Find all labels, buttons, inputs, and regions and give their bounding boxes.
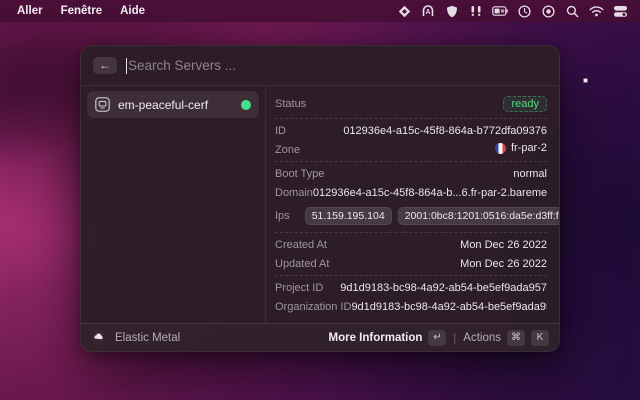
detail-row-organization: Organization ID 9d1d9183-bc98-4a92-ab54-… [275,297,547,316]
boot-type-label: Boot Type [275,168,324,180]
domain-value: 012936e4-a15c-45f8-864a-b...6.fr-par-2.b… [313,187,547,199]
detail-group-ownership: Project ID 9d1d9183-bc98-4a92-ab54-be5ef… [275,275,547,318]
back-button[interactable]: ← [93,57,117,74]
detail-group-identity: ID 012936e4-a15c-45f8-864a-b772dfa09376 … [275,118,547,161]
list-item-server[interactable]: em-peaceful-cerf [87,91,259,118]
ip-chips: 51.159.195.104 2001:0bc8:1201:0516:da5e:… [305,207,559,225]
detail-group-config: Boot Type normal Domain 012936e4-a15c-45… [275,161,547,232]
svg-text:A: A [425,9,430,16]
search-input[interactable] [128,58,547,73]
battery-icon[interactable] [488,2,512,20]
control-center-icon[interactable] [608,2,632,20]
text-caret [126,58,127,74]
status-label: Status [275,98,306,110]
project-id-value: 9d1d9183-bc98-4a92-ab54-be5ef9ada957 [323,282,547,294]
detail-row-domain: Domain 012936e4-a15c-45f8-864a-b...6.fr-… [275,183,547,202]
organization-id-label: Organization ID [275,301,351,313]
window-body: em-peaceful-cerf Status ready ID 012936e… [81,86,559,323]
actions-label: Actions [463,332,501,344]
domain-label: Domain [275,187,313,199]
france-flag-icon [495,143,506,154]
more-information-label: More Information [329,332,423,344]
status-badge: ready [503,96,547,112]
record-icon[interactable] [536,2,560,20]
window-footer: Elastic Metal More Information ↵ | Actio… [81,323,559,351]
menubar-tray: A [392,2,632,20]
server-name: em-peaceful-cerf [118,98,233,112]
status-value: ready [306,96,547,112]
updated-at-label: Updated At [275,258,329,270]
detail-row-updated: Updated At Mon Dec 26 2022 [275,254,547,273]
id-value: 012936e4-a15c-45f8-864a-b772dfa09376 [286,125,547,137]
cmd-key-badge: ⌘ [507,330,525,346]
ips-label: Ips [275,210,290,222]
detail-group-status: Status ready [275,90,547,118]
detail-row-zone: Zone fr-par-2 [275,140,547,159]
detail-row-ips: Ips 51.159.195.104 2001:0bc8:1201:0516:d… [275,202,547,230]
app-a-icon[interactable]: A [416,2,440,20]
zone-value: fr-par-2 [300,142,547,157]
footer-separator: | [453,332,456,344]
enter-key-badge: ↵ [428,330,446,346]
ip-chip-v4: 51.159.195.104 [305,207,392,225]
ip-chip-v6: 2001:0bc8:1201:0516:da5e:d3ff:fe6c:75bb [398,207,559,225]
actions-button[interactable]: Actions ⌘ K [463,330,549,346]
search-icon[interactable] [560,2,584,20]
search-bar: ← [81,46,559,86]
server-status-dot [241,100,251,110]
detail-row-boot-type: Boot Type normal [275,164,547,183]
detail-group-dates: Created At Mon Dec 26 2022 Updated At Mo… [275,232,547,275]
project-id-label: Project ID [275,282,323,294]
server-list: em-peaceful-cerf [81,86,266,323]
k-key-badge: K [531,330,549,346]
shield-icon[interactable] [440,2,464,20]
server-details: Status ready ID 012936e4-a15c-45f8-864a-… [266,86,559,323]
menu-aller[interactable]: Aller [8,5,52,17]
server-icon [95,97,110,112]
organization-id-value: 9d1d9183-bc98-4a92-ab54-be5ef9ada957 [351,301,547,313]
detail-row-project: Project ID 9d1d9183-bc98-4a92-ab54-be5ef… [275,278,547,297]
mouse-cursor [583,78,588,83]
wifi-icon[interactable] [584,2,608,20]
menu-aide[interactable]: Aide [111,5,154,17]
raycast-icon[interactable] [392,2,416,20]
created-at-value: Mon Dec 26 2022 [327,239,547,251]
footer-app-label: Elastic Metal [115,332,180,344]
detail-row-id: ID 012936e4-a15c-45f8-864a-b772dfa09376 [275,121,547,140]
zone-label: Zone [275,144,300,156]
menu-fenetre[interactable]: Fenêtre [52,5,112,17]
detail-row-status: Status ready [275,92,547,116]
more-information-button[interactable]: More Information ↵ [329,330,447,346]
clock-icon[interactable] [512,2,536,20]
boot-type-value: normal [324,168,547,180]
menubar: Aller Fenêtre Aide A [0,0,640,22]
updated-at-value: Mon Dec 26 2022 [329,258,547,270]
airpods-icon[interactable] [464,2,488,20]
elastic-metal-logo-icon [91,330,106,345]
id-label: ID [275,125,286,137]
zone-name: fr-par-2 [511,142,547,154]
launcher-window: ← em-peaceful-cerf Status ready [80,45,560,352]
created-at-label: Created At [275,239,327,251]
detail-row-created: Created At Mon Dec 26 2022 [275,235,547,254]
